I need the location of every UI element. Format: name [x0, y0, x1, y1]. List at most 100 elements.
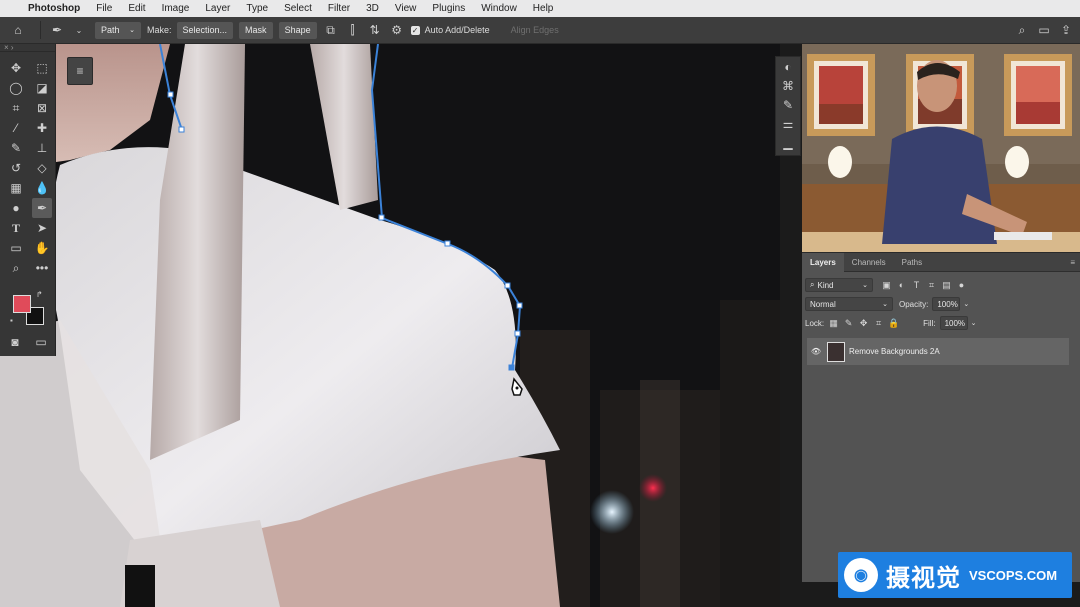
- eyedropper-tool-icon[interactable]: ⁄: [6, 118, 26, 138]
- rectangle-tool-icon[interactable]: ▭: [6, 238, 26, 258]
- screen-mode-icon[interactable]: ▭: [31, 332, 51, 352]
- path-alignment-icon[interactable]: ⫿: [345, 22, 361, 38]
- opacity-input[interactable]: 100%: [932, 297, 961, 311]
- workspace-icon[interactable]: ▭: [1036, 22, 1052, 38]
- fill-value: 100%: [944, 318, 966, 328]
- make-selection-button[interactable]: Selection...: [176, 21, 234, 39]
- canvas-image: [0, 44, 780, 607]
- foreground-color-swatch[interactable]: [13, 295, 31, 313]
- blend-mode-value: Normal: [810, 299, 836, 309]
- lock-label: Lock:: [805, 318, 825, 328]
- lock-transparency-icon[interactable]: ▦: [828, 318, 839, 329]
- chevron-down-icon[interactable]: ⌄: [963, 300, 969, 308]
- menu-type[interactable]: Type: [246, 3, 268, 14]
- pen-tool-preset-icon[interactable]: ✒: [49, 22, 65, 38]
- history-brush-tool-icon[interactable]: ↺: [6, 158, 26, 178]
- crop-tool-icon[interactable]: ⌗: [6, 98, 26, 118]
- auto-add-delete-checkbox[interactable]: ✓: [410, 25, 420, 35]
- lasso-tool-icon[interactable]: ◯: [6, 78, 26, 98]
- color-panel-icon[interactable]: ◐: [776, 57, 800, 76]
- tab-channels[interactable]: Channels: [844, 253, 894, 272]
- path-selection-tool-icon[interactable]: ➤: [32, 218, 52, 238]
- menu-help[interactable]: Help: [533, 3, 554, 14]
- default-colors-icon[interactable]: ▪: [10, 316, 13, 325]
- panel-menu-icon[interactable]: ≡: [1070, 258, 1075, 267]
- move-tool-icon[interactable]: ✥: [6, 58, 26, 78]
- chevron-down-icon[interactable]: ⌄: [71, 22, 87, 38]
- brush-settings-icon[interactable]: ✎: [776, 95, 800, 114]
- histogram-icon[interactable]: ▁: [776, 133, 800, 152]
- filter-toggle-icon[interactable]: ●: [956, 280, 967, 291]
- webcam-image: [802, 44, 1080, 252]
- pen-tool-icon[interactable]: ✒: [32, 198, 52, 218]
- menu-plugins[interactable]: Plugins: [432, 3, 465, 14]
- eraser-tool-icon[interactable]: ◇: [32, 158, 52, 178]
- gradient-tool-icon[interactable]: ▦: [6, 178, 26, 198]
- options-bar: ⌂ ✒ ⌄ Path ⌄ Make: Selection... Mask Sha…: [0, 17, 1080, 44]
- path-arrangement-icon[interactable]: ⇅: [367, 22, 383, 38]
- search-icon[interactable]: ⌕: [1014, 22, 1030, 38]
- history-panel-icon[interactable]: ⌘: [776, 76, 800, 95]
- menu-view[interactable]: View: [395, 3, 417, 14]
- menu-bar: Photoshop File Edit Image Layer Type Sel…: [0, 0, 1080, 17]
- menu-filter[interactable]: Filter: [328, 3, 350, 14]
- type-tool-icon[interactable]: T: [6, 218, 26, 238]
- layer-filter-kind-select[interactable]: ⌕ Kind ⌄: [805, 278, 873, 292]
- menu-layer[interactable]: Layer: [205, 3, 230, 14]
- app-menu[interactable]: Photoshop: [28, 3, 80, 14]
- path-operations-icon[interactable]: ⧉: [323, 22, 339, 38]
- menu-edit[interactable]: Edit: [128, 3, 145, 14]
- lock-all-icon[interactable]: 🔒: [888, 318, 899, 329]
- hand-tool-icon[interactable]: ✋: [32, 238, 52, 258]
- filter-adjustment-icon[interactable]: ◐: [896, 280, 907, 291]
- layers-panel: Layers Channels Paths ≡ ⌕ Kind ⌄ ▣ ◐ T ⌗…: [802, 252, 1080, 582]
- menu-select[interactable]: Select: [284, 3, 312, 14]
- auto-add-delete-label: Auto Add/Delete: [424, 25, 490, 35]
- filter-shape-icon[interactable]: ⌗: [926, 280, 937, 291]
- menu-3d[interactable]: 3D: [366, 3, 379, 14]
- lock-image-icon[interactable]: ✎: [843, 318, 854, 329]
- pen-mode-select[interactable]: Path ⌄: [95, 21, 141, 39]
- clone-stamp-tool-icon[interactable]: ⊥: [32, 138, 52, 158]
- document-canvas[interactable]: [0, 44, 780, 607]
- zoom-tool-icon[interactable]: ⌕: [6, 258, 26, 278]
- frame-tool-icon[interactable]: ⊠: [32, 98, 52, 118]
- more-tools-icon[interactable]: •••: [32, 258, 52, 278]
- filter-smart-object-icon[interactable]: ▤: [941, 280, 952, 291]
- menu-image[interactable]: Image: [162, 3, 190, 14]
- lock-position-icon[interactable]: ✥: [858, 318, 869, 329]
- divider: [40, 21, 41, 39]
- tab-layers[interactable]: Layers: [802, 252, 844, 272]
- home-icon[interactable]: ⌂: [10, 22, 26, 38]
- swap-colors-icon[interactable]: ↱: [36, 290, 43, 299]
- adjustments-icon[interactable]: ⚌: [776, 114, 800, 133]
- share-icon[interactable]: ⇪: [1058, 22, 1074, 38]
- make-shape-button[interactable]: Shape: [278, 21, 317, 39]
- layer-name[interactable]: Remove Backgrounds 2A: [849, 347, 940, 356]
- tab-paths[interactable]: Paths: [894, 253, 930, 272]
- eye-icon[interactable]: 👁: [809, 347, 823, 356]
- quick-mask-icon[interactable]: ◙: [5, 332, 25, 352]
- blur-tool-icon[interactable]: 💧: [32, 178, 52, 198]
- blend-mode-select[interactable]: Normal ⌄: [805, 297, 893, 311]
- fill-input[interactable]: 100%: [939, 316, 968, 330]
- marquee-tool-icon[interactable]: ⬚: [32, 58, 52, 78]
- chevron-down-icon[interactable]: ⌄: [971, 319, 977, 327]
- color-swatches: ↱ ▪: [8, 290, 48, 326]
- lock-artboard-icon[interactable]: ⌗: [873, 318, 884, 329]
- healing-brush-tool-icon[interactable]: ✚: [32, 118, 52, 138]
- layer-row[interactable]: 👁 Remove Backgrounds 2A: [807, 338, 1069, 365]
- opacity-label: Opacity:: [899, 299, 929, 309]
- menu-window[interactable]: Window: [481, 3, 517, 14]
- object-selection-tool-icon[interactable]: ◪: [32, 78, 52, 98]
- dodge-tool-icon[interactable]: ●: [6, 198, 26, 218]
- properties-panel-icon[interactable]: ≡: [67, 57, 93, 85]
- filter-pixel-icon[interactable]: ▣: [881, 280, 892, 291]
- make-mask-button[interactable]: Mask: [239, 21, 273, 39]
- brush-tool-icon[interactable]: ✎: [6, 138, 26, 158]
- watermark-banner: ◉ 摄视觉 VSCOPS.COM: [838, 552, 1072, 598]
- filter-type-icon[interactable]: T: [911, 280, 922, 291]
- gear-icon[interactable]: ⚙: [389, 22, 405, 38]
- menu-file[interactable]: File: [96, 3, 112, 14]
- panel-grip[interactable]: × ›: [0, 44, 55, 52]
